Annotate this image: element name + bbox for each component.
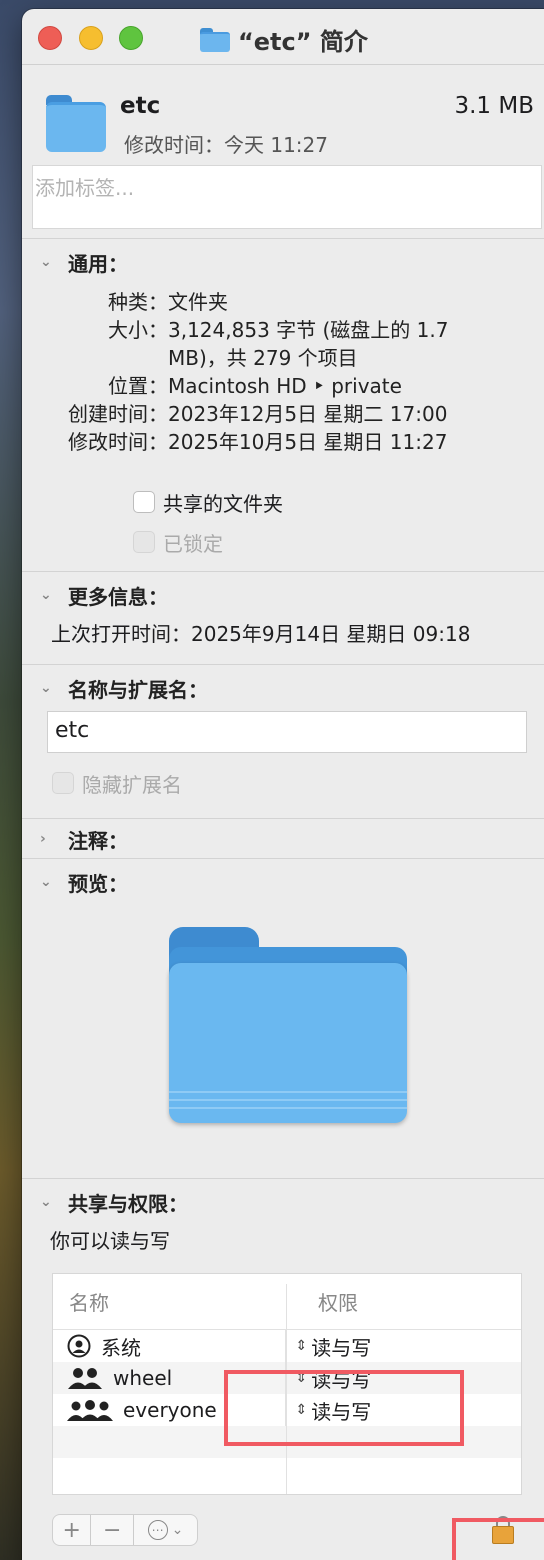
size-value: 3,124,853 字节 (磁盘上的 1.7 MB)，共 279 个项目 (168, 318, 449, 370)
name-ext-section: ⌄ 名称与扩展名： etc 隐藏扩展名 (22, 664, 544, 818)
remove-button[interactable]: − (91, 1515, 132, 1545)
comments-title: 注释： (68, 828, 128, 853)
general-title: 通用： (68, 251, 128, 276)
table-row[interactable]: 系统 ⇕ 读与写 (53, 1330, 521, 1362)
chevron-right-icon: › (40, 831, 46, 847)
last-opened: 上次打开时间：2025年9月14日 星期日 09:18 (51, 622, 471, 646)
kind-label: 种类： (108, 290, 168, 314)
permissions-toolbar: + − ⋯ ⌄ (52, 1514, 198, 1546)
more-info-title: 更多信息： (68, 584, 168, 609)
folder-icon (200, 27, 230, 52)
name-input[interactable]: etc (47, 711, 527, 753)
row-name: wheel (113, 1366, 173, 1390)
permissions-header: 名称 权限 (53, 1274, 521, 1330)
window-title: “etc” 简介 (200, 22, 368, 57)
file-name: etc (120, 93, 161, 119)
sharing-header[interactable]: ⌄ 共享与权限： (22, 1179, 544, 1225)
kind-value: 文件夹 (168, 290, 228, 314)
info-header: etc 3.1 MB 修改时间：今天 11:27 (22, 65, 544, 165)
group-icon (68, 1368, 102, 1389)
privilege-popup[interactable]: ⇕ 读与写 (286, 1330, 521, 1362)
locked-checkbox (133, 531, 155, 553)
tags-field[interactable]: 添加标签... (32, 165, 542, 229)
ellipsis-circle-icon: ⋯ (147, 1520, 168, 1540)
updown-icon: ⇕ (295, 1338, 308, 1354)
sharing-title: 共享与权限： (68, 1191, 188, 1216)
size-row: 大小： 3,124,853 字节 (磁盘上的 1.7 MB)，共 279 个项目 (22, 316, 544, 372)
more-info-section: ⌄ 更多信息： 上次打开时间：2025年9月14日 星期日 09:18 (22, 571, 544, 664)
modified-line: 修改时间：今天 11:27 (124, 133, 328, 157)
file-size: 3.1 MB (454, 93, 534, 119)
everyone-icon (67, 1400, 113, 1421)
size-label: 大小： (108, 318, 168, 342)
preview-folder-icon (169, 927, 407, 1127)
shared-folder-row[interactable]: 共享的文件夹 (133, 482, 544, 522)
chevron-down-icon: ⌄ (40, 587, 52, 603)
row-name: everyone (123, 1398, 217, 1422)
created-label: 创建时间： (68, 402, 168, 426)
general-header[interactable]: ⌄ 通用： (22, 239, 544, 285)
location-label: 位置： (108, 374, 168, 398)
chevron-down-icon: ⌄ (40, 1194, 52, 1210)
modified-row: 修改时间： 2025年10月5日 星期日 11:27 (22, 428, 544, 456)
title-bar: “etc” 简介 (22, 9, 544, 65)
preview-section: ⌄ 预览： (22, 858, 544, 1178)
shared-folder-checkbox[interactable] (133, 491, 155, 513)
modified-label: 修改时间： (68, 430, 168, 454)
locked-row: 已锁定 (133, 522, 544, 562)
general-section: ⌄ 通用： 种类： 文件夹 大小： 3,124,853 字节 (磁盘上的 1.7 M… (22, 238, 544, 571)
more-info-header[interactable]: ⌄ 更多信息： (22, 572, 544, 618)
hide-ext-label: 隐藏扩展名 (82, 772, 182, 797)
preview-title: 预览： (68, 871, 128, 896)
info-window: “etc” 简介 etc 3.1 MB 修改时间：今天 11:27 添加标签..… (22, 9, 544, 1560)
created-row: 创建时间： 2023年12月5日 星期二 17:00 (22, 400, 544, 428)
modified-value: 2025年10月5日 星期日 11:27 (168, 430, 448, 454)
folder-icon (46, 95, 106, 153)
action-menu-button[interactable]: ⋯ ⌄ (134, 1515, 197, 1545)
highlight-box-permissions (224, 1370, 464, 1446)
chevron-down-icon: ⌄ (40, 874, 52, 890)
created-value: 2023年12月5日 星期二 17:00 (168, 402, 448, 426)
row-privilege: 读与写 (311, 1335, 372, 1360)
zoom-button[interactable] (119, 26, 143, 50)
minimize-button[interactable] (79, 26, 103, 50)
hide-ext-row: 隐藏扩展名 (52, 763, 544, 803)
sharing-section: ⌄ 共享与权限： 你可以读与写 名称 权限 系统 ⇕ 读与写 wheel ⇕ 读… (22, 1178, 544, 1560)
user-circle-icon (67, 1334, 91, 1358)
comments-section: › 注释： (22, 818, 544, 858)
col-priv-header[interactable]: 权限 (286, 1287, 358, 1316)
location-row: 位置： Macintosh HD ‣ private (22, 372, 544, 400)
shared-folder-label: 共享的文件夹 (163, 491, 283, 516)
preview-header[interactable]: ⌄ 预览： (22, 859, 544, 905)
chevron-down-icon: ⌄ (171, 1522, 184, 1538)
highlight-box-lock (452, 1518, 544, 1560)
location-value: Macintosh HD ‣ private (168, 374, 402, 398)
row-name: 系统 (101, 1335, 141, 1360)
col-name-header[interactable]: 名称 (53, 1287, 286, 1316)
locked-label: 已锁定 (163, 531, 223, 556)
close-button[interactable] (38, 26, 62, 50)
sharing-summary: 你可以读与写 (50, 1229, 170, 1253)
add-button[interactable]: + (53, 1515, 90, 1545)
chevron-down-icon: ⌄ (40, 254, 52, 270)
hide-ext-checkbox (52, 772, 74, 794)
comments-header[interactable]: › 注释： (22, 819, 544, 859)
name-ext-title: 名称与扩展名： (68, 677, 208, 702)
name-ext-header[interactable]: ⌄ 名称与扩展名： (22, 665, 544, 711)
kind-row: 种类： 文件夹 (22, 288, 544, 316)
window-title-text: “etc” 简介 (238, 28, 368, 56)
chevron-down-icon: ⌄ (40, 680, 52, 696)
